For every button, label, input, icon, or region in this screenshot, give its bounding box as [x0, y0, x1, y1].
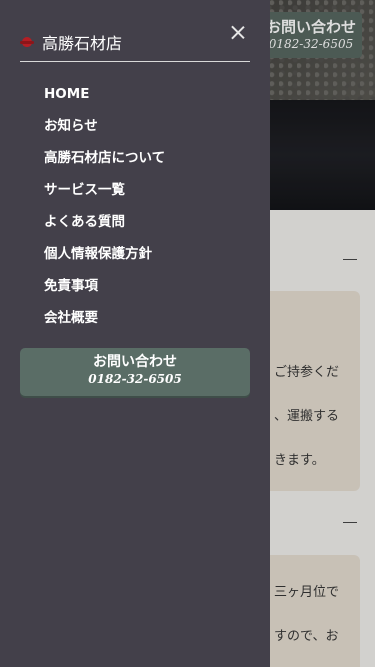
menu-item-disclaimer[interactable]: 免責事項 [44, 276, 165, 308]
close-icon[interactable] [228, 22, 248, 42]
brand-logo-icon [20, 36, 34, 48]
navigation-drawer: 高勝石材店 HOME お知らせ 高勝石材店について サービス一覧 よくある質問 … [0, 0, 270, 667]
brand[interactable]: 高勝石材店 [20, 30, 122, 54]
brand-name: 高勝石材店 [42, 34, 123, 53]
menu-item-home[interactable]: HOME [44, 84, 165, 116]
divider [20, 61, 250, 62]
menu-item-faq[interactable]: よくある質問 [44, 212, 165, 244]
menu-item-services[interactable]: サービス一覧 [44, 180, 165, 212]
contact-button-label: お問い合わせ [93, 354, 177, 370]
menu-item-company[interactable]: 会社概要 [44, 308, 165, 340]
menu-item-news[interactable]: お知らせ [44, 116, 165, 148]
menu-item-about[interactable]: 高勝石材店について [44, 148, 165, 180]
menu-item-privacy[interactable]: 個人情報保護方針 [44, 244, 165, 276]
contact-phone: 0182-32-6505 [88, 372, 182, 386]
drawer-menu: HOME お知らせ 高勝石材店について サービス一覧 よくある質問 個人情報保護… [44, 84, 165, 340]
contact-button[interactable]: お問い合わせ 0182-32-6505 [20, 348, 250, 396]
